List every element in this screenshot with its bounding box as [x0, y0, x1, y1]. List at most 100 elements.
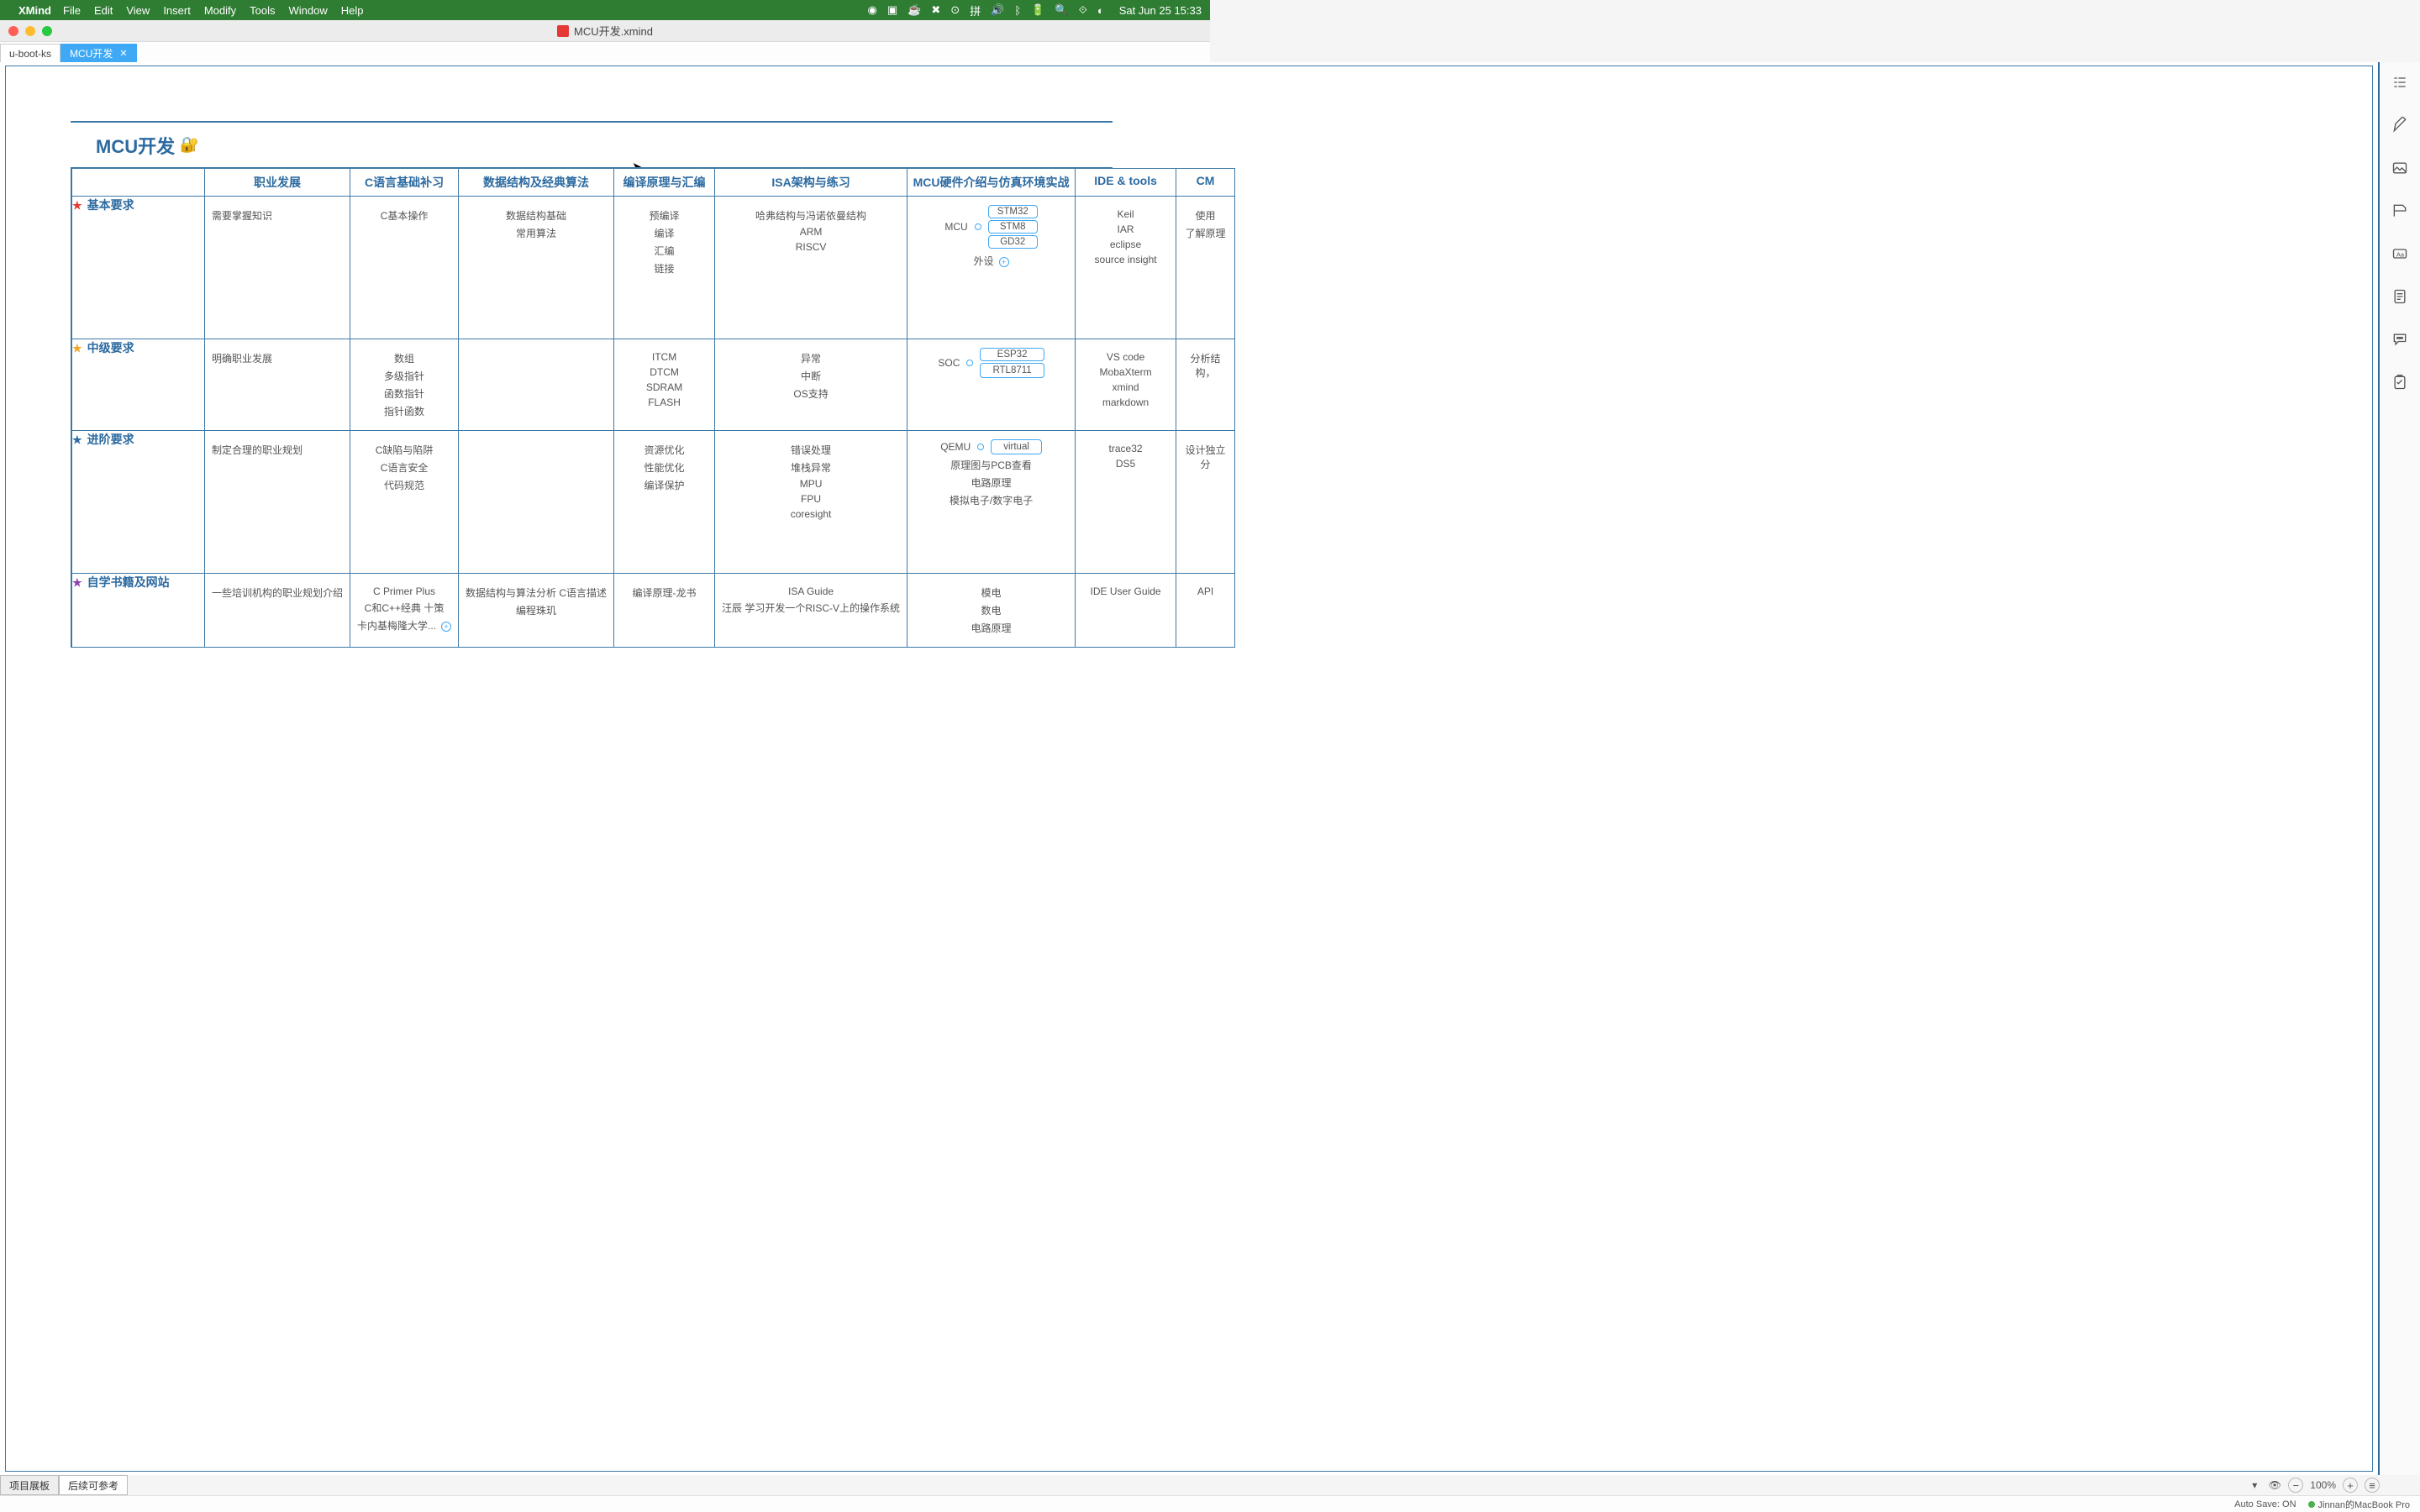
status-icon[interactable]: ⊙	[950, 3, 960, 17]
matrix-cell[interactable]: ITCMDTCMSDRAMFLASH	[614, 339, 715, 431]
matrix-cell[interactable]: 数组多级指针函数指针指针函数	[350, 339, 459, 431]
matrix-cell[interactable]: KeilIAReclipsesource insight	[1076, 197, 1176, 339]
menu-insert[interactable]: Insert	[163, 4, 191, 17]
notes-icon[interactable]	[2391, 288, 2408, 307]
matrix-cell[interactable]: SOCESP32RTL8711	[908, 339, 1076, 431]
matrix-cell[interactable]: 明确职业发展	[205, 339, 350, 431]
lock-icon: 🔐	[180, 136, 198, 154]
matrix-cell[interactable]: 错误处理堆栈异常MPUFPUcoresight	[715, 431, 908, 574]
ime-icon[interactable]: 拼	[970, 3, 981, 18]
matrix-cell[interactable]: ISA Guide汪辰 学习开发一个RISC-V上的操作系统	[715, 574, 908, 648]
tab-mcu[interactable]: MCU开发✕	[60, 44, 137, 62]
window-titlebar: MCU开发.xmind	[0, 20, 1210, 42]
column-header[interactable]: 职业发展	[205, 169, 350, 197]
column-header[interactable]: IDE & tools	[1076, 169, 1176, 197]
app-name[interactable]: XMind	[18, 4, 51, 17]
matrix-cell[interactable]: 编译原理-龙书	[614, 574, 715, 648]
column-header[interactable]: CM	[1176, 169, 1235, 197]
autosave-status: Auto Save: ON	[2234, 1499, 2296, 1509]
column-header[interactable]: 数据结构及经典算法	[459, 169, 614, 197]
task-icon[interactable]	[2391, 374, 2408, 393]
menu-view[interactable]: View	[126, 4, 150, 17]
matrix-cell[interactable]: 预编译编译汇编链接	[614, 197, 715, 339]
menu-tools[interactable]: Tools	[250, 4, 275, 17]
close-button[interactable]	[8, 26, 18, 36]
matrix-cell[interactable]: 资源优化性能优化编译保护	[614, 431, 715, 574]
menu-file[interactable]: File	[63, 4, 81, 17]
matrix-cell[interactable]: MCUSTM32STM8GD32外设+	[908, 197, 1076, 339]
zoom-in-button[interactable]: +	[2343, 1478, 2358, 1493]
zoom-out-button[interactable]: −	[2288, 1478, 2303, 1493]
row-header[interactable]: ★进阶要求	[72, 431, 205, 574]
row-header[interactable]: ★基本要求	[72, 197, 205, 339]
column-header[interactable]: 编译原理与汇编	[614, 169, 715, 197]
status-icon[interactable]: ✖	[931, 3, 940, 17]
matrix-cell[interactable]: QEMUvirtual原理图与PCB查看电路原理模拟电子/数字电子	[908, 431, 1076, 574]
menu-modify[interactable]: Modify	[204, 4, 236, 17]
sheet-tab-2[interactable]: 后续可参考	[59, 1475, 128, 1495]
control-center-icon[interactable]: ⟐	[1079, 3, 1087, 17]
doc-icon	[557, 25, 569, 37]
text-style-icon[interactable]: Aa	[2391, 245, 2408, 265]
spotlight-icon[interactable]: 🔍	[1055, 3, 1068, 17]
matrix-cell[interactable]: C Primer PlusC和C++经典 十策卡内基梅隆大学...+	[350, 574, 459, 648]
maximize-button[interactable]	[42, 26, 52, 36]
filter-icon[interactable]: ▾	[2248, 1478, 2261, 1492]
volume-icon[interactable]: 🔊	[991, 3, 1004, 17]
matrix-cell[interactable]: 需要掌握知识	[205, 197, 350, 339]
bluetooth-icon[interactable]: ᛒ	[1014, 4, 1021, 17]
matrix-cell[interactable]: 哈弗结构与冯诺依曼结构ARMRISCV	[715, 197, 908, 339]
matrix-cell[interactable]: 数据结构与算法分析 C语言描述编程珠玑	[459, 574, 614, 648]
matrix-cell[interactable]: API	[1176, 574, 1235, 648]
comments-icon[interactable]	[2391, 331, 2408, 350]
column-header[interactable]: ISA架构与练习	[715, 169, 908, 197]
matrix-cell[interactable]	[459, 339, 614, 431]
outline-icon[interactable]	[2391, 74, 2408, 93]
matrix-cell[interactable]: trace32DS5	[1076, 431, 1176, 574]
eye-icon[interactable]: 👁	[2268, 1478, 2281, 1492]
matrix-cell[interactable]: 数据结构基础常用算法	[459, 197, 614, 339]
marker-icon[interactable]	[2391, 202, 2408, 222]
row-header[interactable]: ★中级要求	[72, 339, 205, 431]
row-header[interactable]: ★自学书籍及网站	[72, 574, 205, 648]
status-icon[interactable]: ☕	[908, 3, 921, 17]
tab-uboot[interactable]: u-boot-ks	[0, 44, 60, 62]
matrix-cell[interactable]: 设计独立分	[1176, 431, 1235, 574]
matrix-cell[interactable]	[459, 431, 614, 574]
status-icon[interactable]: ▣	[887, 3, 897, 17]
format-icon[interactable]	[2391, 117, 2408, 136]
map-title-text: MCU开发	[96, 132, 175, 159]
column-header[interactable]	[72, 169, 205, 197]
image-icon[interactable]	[2391, 160, 2408, 179]
matrix-cell[interactable]: 分析结构，	[1176, 339, 1235, 431]
zoom-level[interactable]: 100%	[2310, 1479, 2336, 1491]
fit-button[interactable]: ≡	[2365, 1478, 2380, 1493]
minimize-button[interactable]	[25, 26, 35, 36]
matrix-cell[interactable]: 使用了解原理	[1176, 197, 1235, 339]
window-title-text: MCU开发.xmind	[574, 23, 653, 39]
menu-window[interactable]: Window	[288, 4, 327, 17]
menu-edit[interactable]: Edit	[94, 4, 113, 17]
matrix-cell[interactable]: 模电数电电路原理	[908, 574, 1076, 648]
matrix-cell[interactable]: 一些培训机构的职业规划介绍	[205, 574, 350, 648]
document-tabs: u-boot-ks MCU开发✕	[0, 42, 1210, 62]
matrix-cell[interactable]: IDE User Guide	[1076, 574, 1176, 648]
menubar-clock[interactable]: Sat Jun 25 15:33	[1119, 4, 1202, 17]
battery-icon[interactable]: 🔋	[1031, 3, 1044, 17]
matrix-cell[interactable]: 异常中断OS支持	[715, 339, 908, 431]
matrix-cell[interactable]: C缺陷与陷阱C语言安全代码规范	[350, 431, 459, 574]
close-tab-icon[interactable]: ✕	[119, 48, 127, 59]
column-header[interactable]: C语言基础补习	[350, 169, 459, 197]
canvas-workspace[interactable]: ➤ MCU开发 🔐 职业发展C语言基础补习数据结构及经典算法编译原理与汇编ISA…	[0, 62, 2380, 1475]
menu-help[interactable]: Help	[341, 4, 364, 17]
column-header[interactable]: MCU硬件介绍与仿真环境实战	[908, 169, 1076, 197]
matrix-cell[interactable]: 制定合理的职业规划	[205, 431, 350, 574]
matrix-cell[interactable]: C基本操作	[350, 197, 459, 339]
status-icon[interactable]: ◉	[868, 3, 877, 17]
sheet-tab-1[interactable]: 项目展板	[0, 1475, 59, 1495]
siri-icon[interactable]: ◐	[1097, 4, 1104, 17]
device-status: Jinnan的MacBook Pro	[2308, 1498, 2410, 1511]
matrix-cell[interactable]: VS codeMobaXtermxmindmarkdown	[1076, 339, 1176, 431]
matrix: 职业发展C语言基础补习数据结构及经典算法编译原理与汇编ISA架构与练习MCU硬件…	[71, 168, 1235, 648]
map-root-title[interactable]: MCU开发 🔐	[71, 121, 1113, 168]
